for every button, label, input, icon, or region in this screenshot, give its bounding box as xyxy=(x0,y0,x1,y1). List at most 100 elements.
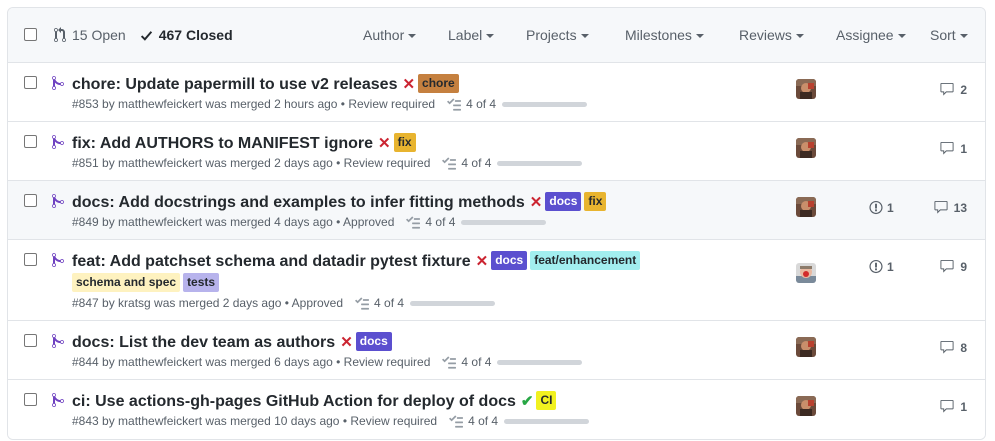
ci-failure-icon[interactable]: ✕ xyxy=(476,253,489,270)
assignee-avatar[interactable] xyxy=(796,396,816,416)
task-progress[interactable]: 4 of 4 xyxy=(442,355,583,369)
issue-opened-icon xyxy=(869,200,883,215)
select-all-checkbox[interactable] xyxy=(24,28,37,41)
pull-request-title[interactable]: docs: Add docstrings and examples to inf… xyxy=(72,194,525,211)
pull-request-row[interactable]: feat: Add patchset schema and datadir py… xyxy=(8,240,985,321)
projects-filter[interactable]: Projects xyxy=(526,27,589,43)
reviews-filter[interactable]: Reviews xyxy=(739,27,804,43)
meta-text: #851 by matthewfeickert was merged 2 day… xyxy=(72,156,431,170)
assignee-avatar[interactable] xyxy=(796,262,816,283)
task-count: 4 of 4 xyxy=(461,355,492,369)
open-filter-link[interactable]: 15 Open xyxy=(54,27,126,43)
linked-issues-count: 1 xyxy=(887,259,894,274)
caret-down-icon xyxy=(795,34,804,38)
milestones-filter[interactable]: Milestones xyxy=(625,27,704,43)
pull-request-checkbox[interactable] xyxy=(24,253,37,266)
task-count: 4 of 4 xyxy=(466,97,497,111)
pull-request-list: 15 Open 467 Closed Author Label Projects… xyxy=(7,7,986,440)
caret-down-icon xyxy=(695,34,704,38)
title-line: ci: Use actions-gh-pages GitHub Action f… xyxy=(72,390,655,413)
linked-issues[interactable]: 1 xyxy=(869,259,894,274)
comments-link[interactable]: 8 xyxy=(939,340,967,355)
pull-request-checkbox[interactable] xyxy=(24,135,37,148)
label-ci[interactable]: CI xyxy=(536,391,557,410)
task-progress[interactable]: 4 of 4 xyxy=(447,97,588,111)
assignee-avatar[interactable] xyxy=(796,336,816,357)
pull-request-row[interactable]: docs: Add docstrings and examples to inf… xyxy=(8,181,985,240)
comments-link[interactable]: 13 xyxy=(933,200,967,215)
label-chore[interactable]: chore xyxy=(418,74,459,93)
check-icon xyxy=(140,30,152,41)
labels-overflow: schema and spec tests xyxy=(72,272,222,294)
pull-request-checkbox[interactable] xyxy=(24,76,37,89)
linked-issues[interactable]: 1 xyxy=(869,200,894,215)
task-progress[interactable]: 4 of 4 xyxy=(406,215,547,229)
comment-count: 13 xyxy=(953,200,967,215)
pull-request-title[interactable]: docs: List the dev team as authors xyxy=(72,334,335,351)
meta-text: #849 by matthewfeickert was merged 4 day… xyxy=(72,215,395,229)
caret-down-icon xyxy=(408,34,417,38)
title-line: docs: Add docstrings and examples to inf… xyxy=(72,191,655,214)
comment-count: 2 xyxy=(960,82,967,97)
task-progress-bar xyxy=(502,101,588,107)
ci-failure-icon[interactable]: ✕ xyxy=(530,194,543,211)
label-schema-and-spec[interactable]: schema and spec xyxy=(72,273,181,292)
tasklist-icon xyxy=(355,296,370,310)
pull-request-checkbox[interactable] xyxy=(24,393,37,406)
label-docs[interactable]: docs xyxy=(545,192,582,211)
list-header: 15 Open 467 Closed Author Label Projects… xyxy=(8,8,985,63)
pull-request-checkbox[interactable] xyxy=(24,194,37,207)
comment-icon xyxy=(940,340,954,354)
merged-pull-request-icon xyxy=(52,134,64,149)
title-line: feat: Add patchset schema and datadir py… xyxy=(72,250,655,273)
pull-request-title[interactable]: feat: Add patchset schema and datadir py… xyxy=(72,253,471,270)
closed-filter-link[interactable]: 467 Closed xyxy=(140,27,233,43)
pull-request-row[interactable]: docs: List the dev team as authors ✕ docs #… xyxy=(8,321,985,380)
pull-request-title[interactable]: chore: Update papermill to use v2 releas… xyxy=(72,76,397,93)
label-docs[interactable]: docs xyxy=(491,251,528,270)
task-progress[interactable]: 4 of 4 xyxy=(449,414,590,428)
state-toggle: 15 Open 467 Closed xyxy=(54,27,233,43)
assignee-filter[interactable]: Assignee xyxy=(836,27,906,43)
task-progress-bar xyxy=(410,300,496,306)
task-progress[interactable]: 4 of 4 xyxy=(442,156,583,170)
ci-failure-icon[interactable]: ✕ xyxy=(340,334,353,351)
tasklist-icon xyxy=(442,355,457,369)
task-progress[interactable]: 4 of 4 xyxy=(355,296,496,310)
label-docs[interactable]: docs xyxy=(355,332,392,351)
pull-request-row[interactable]: fix: Add AUTHORS to MANIFEST ignore ✕ fix #… xyxy=(8,122,985,181)
ci-failure-icon[interactable]: ✕ xyxy=(402,76,415,93)
pull-request-checkbox[interactable] xyxy=(24,334,37,347)
label-feat-enhancement[interactable]: feat/enhancement xyxy=(530,251,641,270)
merged-pull-request-icon xyxy=(52,333,64,348)
pull-request-row[interactable]: ci: Use actions-gh-pages GitHub Action f… xyxy=(8,380,985,439)
author-filter[interactable]: Author xyxy=(363,27,417,43)
task-count: 4 of 4 xyxy=(461,156,492,170)
task-count: 4 of 4 xyxy=(425,215,456,229)
assignee-avatar[interactable] xyxy=(796,196,816,217)
assignee-avatar[interactable] xyxy=(796,137,816,158)
pull-request-title[interactable]: fix: Add AUTHORS to MANIFEST ignore xyxy=(72,135,373,152)
label-fix[interactable]: fix xyxy=(393,133,416,152)
label-filter[interactable]: Label xyxy=(448,27,495,43)
merged-pull-request-icon xyxy=(52,75,64,91)
meta-text: #853 by matthewfeickert was merged 2 hou… xyxy=(72,97,436,111)
assignee-avatar[interactable] xyxy=(796,78,816,99)
open-count: 15 Open xyxy=(72,27,126,43)
label-fix[interactable]: fix xyxy=(584,192,607,211)
task-progress-bar xyxy=(497,359,583,365)
pull-request-title[interactable]: ci: Use actions-gh-pages GitHub Action f… xyxy=(72,393,516,410)
pull-request-icon xyxy=(54,27,66,43)
tasklist-icon xyxy=(447,97,462,111)
label-tests[interactable]: tests xyxy=(183,273,220,292)
comments-link[interactable]: 9 xyxy=(939,259,967,274)
comments-link[interactable]: 1 xyxy=(939,141,967,156)
comments-link[interactable]: 1 xyxy=(939,399,967,414)
sort-filter[interactable]: Sort xyxy=(930,27,968,43)
comment-count: 1 xyxy=(960,399,967,414)
comments-link[interactable]: 2 xyxy=(939,82,967,97)
ci-success-icon[interactable]: ✔ xyxy=(521,393,534,410)
comment-count: 9 xyxy=(960,259,967,274)
pull-request-row[interactable]: chore: Update papermill to use v2 releas… xyxy=(8,63,985,122)
ci-failure-icon[interactable]: ✕ xyxy=(378,135,391,152)
